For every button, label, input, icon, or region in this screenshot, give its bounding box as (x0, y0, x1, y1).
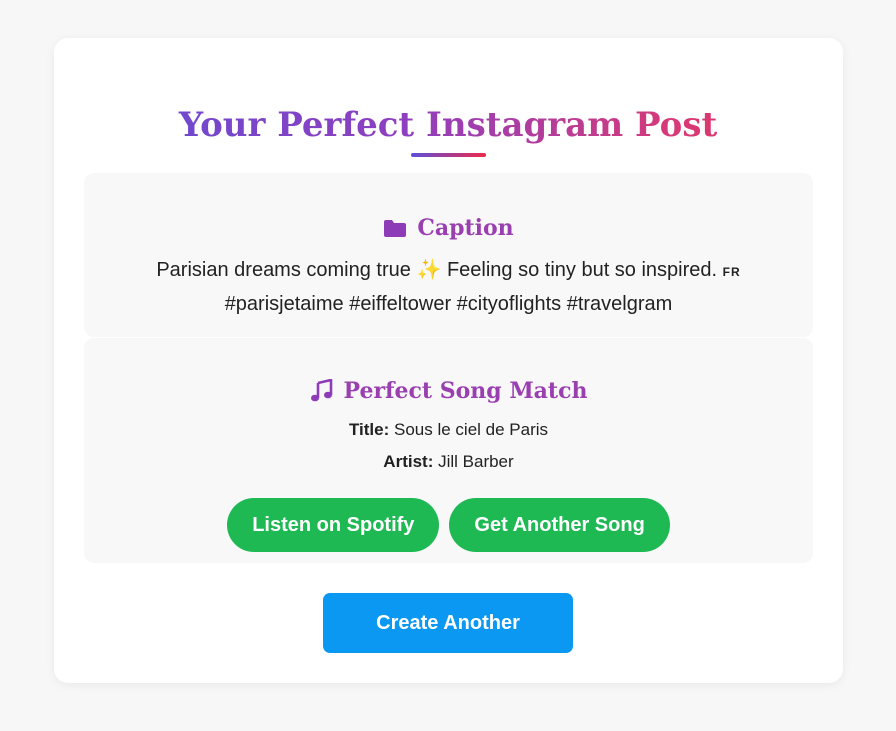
song-artist-line: Artist: Jill Barber (84, 450, 813, 474)
song-title-label: Title: (348, 420, 390, 439)
folder-icon (383, 218, 407, 238)
caption-main-text: Parisian dreams coming true (156, 259, 411, 281)
title-underline (411, 153, 486, 157)
caption-hashtags: #parisjetaime #eiffeltower #cityoflights… (224, 293, 673, 315)
music-note-icon (310, 379, 334, 403)
song-title-value: Sous le ciel de Paris (394, 420, 549, 439)
song-title-line: Title: Sous le ciel de Paris (84, 418, 813, 442)
listen-on-spotify-button[interactable]: Listen on Spotify (227, 498, 440, 552)
song-heading: Perfect Song Match (84, 374, 813, 408)
song-artist-label: Artist: (383, 452, 434, 471)
song-artist-value: Jill Barber (438, 452, 514, 471)
song-panel: Perfect Song Match Title: Sous le ciel d… (84, 338, 813, 563)
create-another-button[interactable]: Create Another (323, 593, 573, 653)
caption-feeling-text: Feeling so tiny but so inspired. (446, 259, 718, 281)
caption-panel: Caption Parisian dreams coming true ✨ Fe… (84, 173, 813, 337)
song-heading-label: Perfect Song Match (343, 378, 588, 404)
flag-icon: FR (722, 265, 741, 279)
caption-heading: Caption (84, 211, 813, 245)
song-actions: Listen on Spotify Get Another Song (84, 498, 813, 552)
page-title: Your Perfect Instagram Post (0, 100, 896, 150)
sparkle-icon: ✨ (416, 259, 442, 281)
caption-heading-label: Caption (417, 215, 514, 241)
caption-text: Parisian dreams coming true ✨ Feeling so… (84, 254, 813, 320)
get-another-song-button[interactable]: Get Another Song (449, 498, 670, 552)
